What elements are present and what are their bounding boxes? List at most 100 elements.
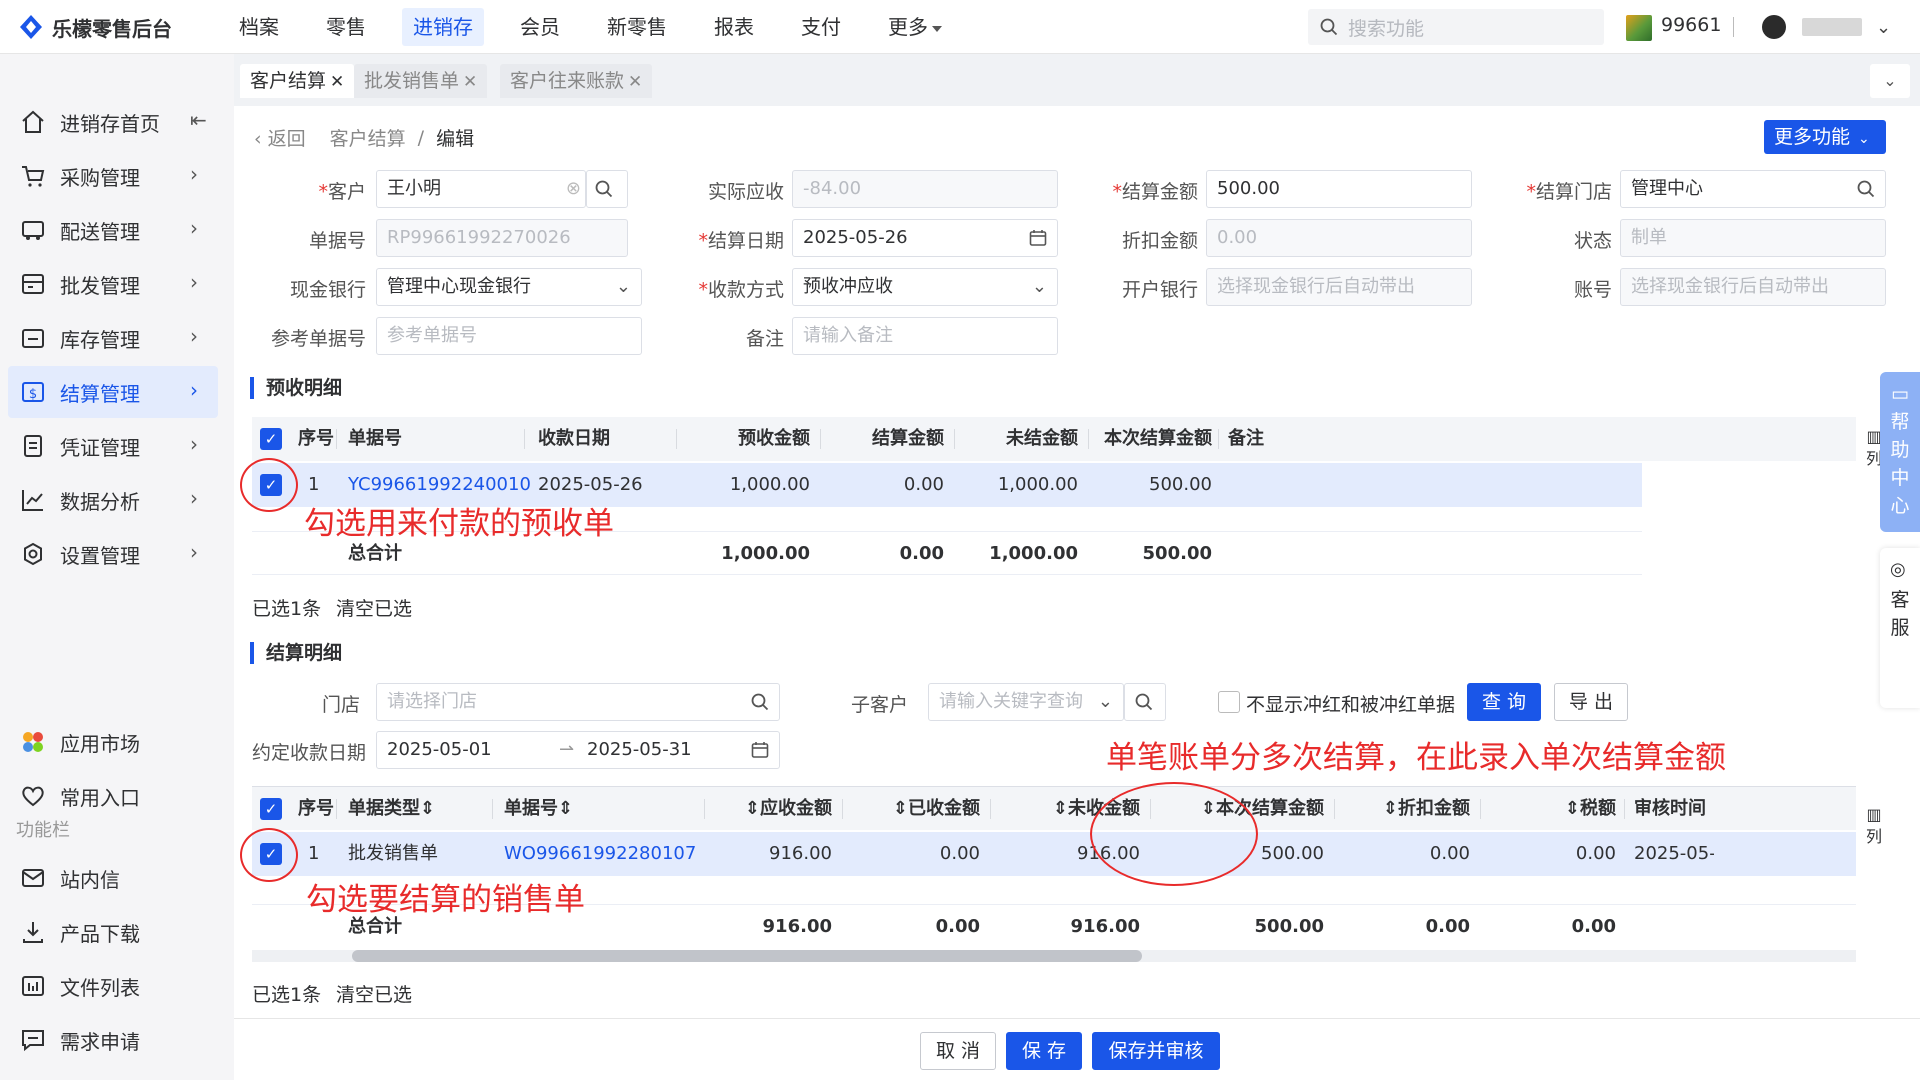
- pay-method-select[interactable]: 预收冲应收 ⌄: [792, 268, 1058, 306]
- settle-store-field[interactable]: 管理中心: [1620, 170, 1886, 208]
- column-settings-button[interactable]: ▥ 列: [1864, 804, 1884, 848]
- save-and-audit-button[interactable]: 保存并审核: [1092, 1032, 1220, 1070]
- clear-icon[interactable]: ⊗: [566, 171, 581, 207]
- select-all-checkbox[interactable]: ✓: [260, 428, 282, 450]
- topnav-more[interactable]: 更多: [877, 8, 953, 46]
- sidebar-item-distribution[interactable]: 配送管理 ›: [0, 204, 218, 256]
- annotation-circle: [1090, 782, 1258, 886]
- sub-customer-search-button[interactable]: [1124, 683, 1166, 721]
- topnav-report[interactable]: 报表: [703, 8, 765, 46]
- cell-doc-link[interactable]: WO99661992280107: [504, 832, 696, 876]
- sidebar-file-list[interactable]: 文件列表: [0, 960, 218, 1012]
- sidebar-item-settings[interactable]: 设置管理 ›: [0, 528, 218, 580]
- sidebar-item-purchase[interactable]: 采购管理 ›: [0, 150, 218, 202]
- hide-red-checkbox[interactable]: [1218, 691, 1240, 713]
- scrollbar-thumb[interactable]: [352, 950, 1142, 962]
- total-this-settle: 500.00: [1142, 543, 1212, 564]
- chevron-right-icon: ›: [190, 378, 198, 402]
- tab-label: 批发销售单: [364, 70, 460, 92]
- horizontal-scrollbar[interactable]: [252, 950, 1856, 962]
- sub-customer-field[interactable]: 请输入关键字查询 ⌄: [928, 683, 1124, 721]
- customer-search-button[interactable]: [586, 170, 628, 208]
- cancel-button[interactable]: 取 消: [920, 1032, 996, 1070]
- topnav-retail[interactable]: 零售: [315, 8, 377, 46]
- tab-customer-settlement[interactable]: 客户结算 ✕: [240, 64, 355, 98]
- settle-date-field[interactable]: 2025-05-26: [792, 219, 1058, 257]
- help-center-button[interactable]: ▭ 帮助中心: [1880, 372, 1920, 532]
- clear-selection-link[interactable]: 清空已选: [336, 594, 412, 621]
- sidebar-favorites[interactable]: 常用入口: [0, 770, 218, 822]
- remark-label: 备注: [745, 328, 784, 350]
- cell-this-settle[interactable]: 500.00: [1088, 463, 1212, 507]
- settle-amount-field[interactable]: 500.00: [1206, 170, 1472, 208]
- back-link[interactable]: ‹ 返回: [254, 124, 306, 151]
- chevron-down-icon[interactable]: ⌄: [1870, 64, 1910, 98]
- search-icon[interactable]: [1857, 180, 1875, 198]
- col-received[interactable]: ⇕已收金额: [842, 787, 980, 831]
- cash-bank-select[interactable]: 管理中心现金银行 ⌄: [376, 268, 642, 306]
- tab-wholesale-order[interactable]: 批发销售单 ✕: [354, 64, 488, 98]
- close-icon[interactable]: ✕: [330, 72, 344, 92]
- topnav-inventory[interactable]: 进销存: [402, 8, 484, 46]
- user-avatar[interactable]: [1762, 15, 1786, 39]
- sidebar-download[interactable]: 产品下载: [0, 906, 218, 958]
- mail-icon: [22, 869, 44, 887]
- user-name-blurred[interactable]: [1802, 18, 1862, 36]
- close-icon[interactable]: ✕: [463, 72, 477, 92]
- col-discount[interactable]: ⇕折扣金额: [1334, 787, 1470, 831]
- sidebar-messages[interactable]: 站内信: [0, 852, 218, 904]
- prepay-section-title: 预收明细: [250, 377, 342, 399]
- actual-receivable-field: -84.00: [792, 170, 1058, 208]
- col-type[interactable]: 单据类型⇕: [348, 787, 435, 831]
- app-market-icon: [23, 732, 43, 752]
- discount-label: 折扣金额: [1121, 230, 1198, 252]
- sort-icon: ⇕: [1564, 798, 1580, 819]
- customer-service-button[interactable]: ◎ 客服: [1880, 548, 1920, 708]
- search-icon[interactable]: [751, 693, 769, 711]
- col-tax[interactable]: ⇕税额: [1480, 787, 1616, 831]
- topnav-new-retail[interactable]: 新零售: [596, 8, 678, 46]
- col-doc[interactable]: 单据号⇕: [504, 787, 573, 831]
- topnav-member[interactable]: 会员: [509, 8, 571, 46]
- settle-store-label: *结算门店: [1526, 181, 1612, 203]
- table-row[interactable]: ✓ 1 批发销售单 WO99661992280107 916.00 0.00 9…: [252, 832, 1856, 876]
- more-functions-button[interactable]: 更多功能 ⌄: [1764, 120, 1886, 154]
- sidebar-item-voucher[interactable]: 凭证管理 ›: [0, 420, 218, 472]
- store-filter-field[interactable]: 请选择门店: [376, 683, 780, 721]
- topnav-archive[interactable]: 档案: [228, 8, 290, 46]
- due-date-range[interactable]: 2025-05-01 ⇀ 2025-05-31: [376, 731, 780, 769]
- sidebar-item-settlement[interactable]: $ 结算管理 ›: [8, 366, 218, 418]
- query-button[interactable]: 查 询: [1467, 683, 1541, 721]
- divider: [1733, 17, 1734, 37]
- export-button[interactable]: 导 出: [1554, 683, 1628, 721]
- chevron-down-icon[interactable]: ⌄: [1876, 17, 1891, 38]
- total-unsettled: 1,000.00: [989, 543, 1078, 564]
- discount-field: 0.00: [1206, 219, 1472, 257]
- tab-customer-account[interactable]: 客户往来账款 ✕: [500, 64, 653, 98]
- save-button[interactable]: 保 存: [1006, 1032, 1082, 1070]
- sidebar-item-analytics[interactable]: 数据分析 ›: [0, 474, 218, 526]
- search-icon: [1135, 693, 1153, 711]
- select-all-checkbox[interactable]: ✓: [260, 798, 282, 820]
- search-input[interactable]: 搜索功能: [1308, 9, 1604, 45]
- settle-section-title: 结算明细: [250, 642, 342, 664]
- customer-field[interactable]: 王小明 ⊗: [376, 170, 586, 208]
- app-logo[interactable]: 乐檬零售后台: [18, 12, 172, 42]
- sidebar-item-label: 凭证管理: [60, 435, 140, 460]
- sidebar-app-market[interactable]: 应用市场: [0, 716, 218, 768]
- breadcrumb-parent[interactable]: 客户结算: [330, 124, 406, 151]
- download-icon: [23, 922, 43, 943]
- topnav-payment[interactable]: 支付: [790, 8, 852, 46]
- remark-field[interactable]: 请输入备注: [792, 317, 1058, 355]
- sidebar-item-wholesale[interactable]: 批发管理 ›: [0, 258, 218, 310]
- col-receivable[interactable]: ⇕应收金额: [704, 787, 832, 831]
- ref-no-field[interactable]: 参考单据号: [376, 317, 642, 355]
- close-icon[interactable]: ✕: [628, 72, 642, 92]
- total-tax: 0.00: [1571, 916, 1616, 937]
- sidebar-item-stock[interactable]: 库存管理 ›: [0, 312, 218, 364]
- clear-selection-link[interactable]: 清空已选: [336, 980, 412, 1007]
- sidebar-item-inventory-home[interactable]: 进销存首页 ⇤: [0, 96, 218, 148]
- collapse-icon[interactable]: ⇤: [190, 108, 207, 132]
- file-list-icon: [22, 976, 44, 996]
- sidebar-request[interactable]: 需求申请: [0, 1014, 218, 1066]
